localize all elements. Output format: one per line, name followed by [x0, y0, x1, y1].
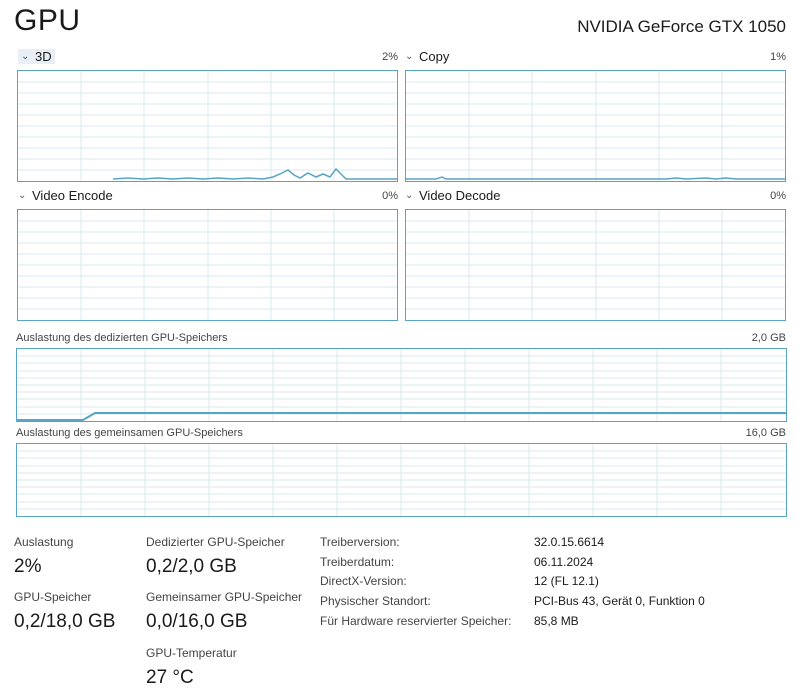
physical-location-value: PCI-Bus 43, Gerät 0, Funktion 0: [534, 594, 705, 608]
graph-copy-svg: [406, 71, 785, 181]
directx-version-value: 12 (FL 12.1): [534, 574, 599, 588]
shared-memory-max: 16,0 GB: [745, 427, 786, 439]
graph-video-encode: [17, 209, 398, 321]
engine-label-video-encode: Video Encode: [32, 188, 113, 203]
engine-selector-copy[interactable]: ⌄ Copy: [405, 49, 449, 64]
dedicated-gpu-memory-label: Dedizierter GPU-Speicher: [146, 535, 285, 549]
dedicated-memory-max: 2,0 GB: [751, 332, 786, 344]
graph-video-decode-svg: [406, 210, 785, 320]
engine-label-copy: Copy: [419, 49, 450, 64]
gpu-temperature-value: 27 °C: [146, 667, 194, 688]
engine-value-copy: 1%: [770, 51, 786, 63]
chevron-down-icon: ⌄: [405, 51, 414, 62]
gpu-model-name: NVIDIA GeForce GTX 1050: [577, 17, 786, 36]
engine-selector-3d[interactable]: ⌄ 3D: [18, 49, 55, 64]
driver-date-value: 06.11.2024: [534, 555, 594, 569]
dedicated-memory-label: Auslastung des dedizierten GPU-Speichers: [16, 332, 228, 344]
reserved-memory-value: 85,8 MB: [534, 614, 579, 628]
engine-value-video-encode: 0%: [382, 190, 398, 202]
chevron-down-icon: ⌄: [21, 51, 30, 62]
reserved-memory-label: Für Hardware reservierter Speicher:: [320, 614, 512, 628]
chevron-down-icon: ⌄: [405, 190, 414, 201]
graph-video-encode-svg: [18, 210, 397, 320]
graph-shared-memory: [16, 443, 787, 517]
utilization-label: Auslastung: [14, 535, 74, 549]
engine-selector-video-decode[interactable]: ⌄ Video Decode: [405, 188, 500, 203]
graph-3d-svg: [18, 71, 397, 181]
graph-dedicated-memory-svg: [17, 349, 786, 421]
driver-version-value: 32.0.15.6614: [534, 535, 605, 549]
engine-label-video-decode: Video Decode: [419, 188, 501, 203]
driver-version-label: Treiberversion:: [320, 535, 400, 549]
graph-video-decode: [405, 209, 786, 321]
engine-label-3d: 3D: [35, 49, 52, 64]
dedicated-gpu-memory-value: 0,2/2,0 GB: [146, 556, 237, 577]
chevron-down-icon: ⌄: [18, 190, 27, 201]
shared-memory-label: Auslastung des gemeinsamen GPU-Speichers: [16, 427, 243, 439]
page-title: GPU: [14, 4, 81, 37]
graph-copy: [405, 70, 786, 182]
shared-gpu-memory-value: 0,0/16,0 GB: [146, 611, 248, 632]
engine-selector-video-encode[interactable]: ⌄ Video Encode: [18, 188, 113, 203]
gpu-memory-label: GPU-Speicher: [14, 590, 92, 604]
graph-3d: [17, 70, 398, 182]
engine-value-3d: 2%: [382, 51, 398, 63]
graph-dedicated-memory: [16, 348, 787, 422]
graph-shared-memory-svg: [17, 444, 786, 516]
gpu-memory-value: 0,2/18,0 GB: [14, 611, 116, 632]
directx-version-label: DirectX-Version:: [320, 574, 407, 588]
engine-value-video-decode: 0%: [770, 190, 786, 202]
driver-date-label: Treiberdatum:: [320, 555, 395, 569]
gpu-temperature-label: GPU-Temperatur: [146, 646, 237, 660]
physical-location-label: Physischer Standort:: [320, 594, 431, 608]
shared-gpu-memory-label: Gemeinsamer GPU-Speicher: [146, 590, 303, 604]
utilization-value: 2%: [14, 556, 42, 577]
